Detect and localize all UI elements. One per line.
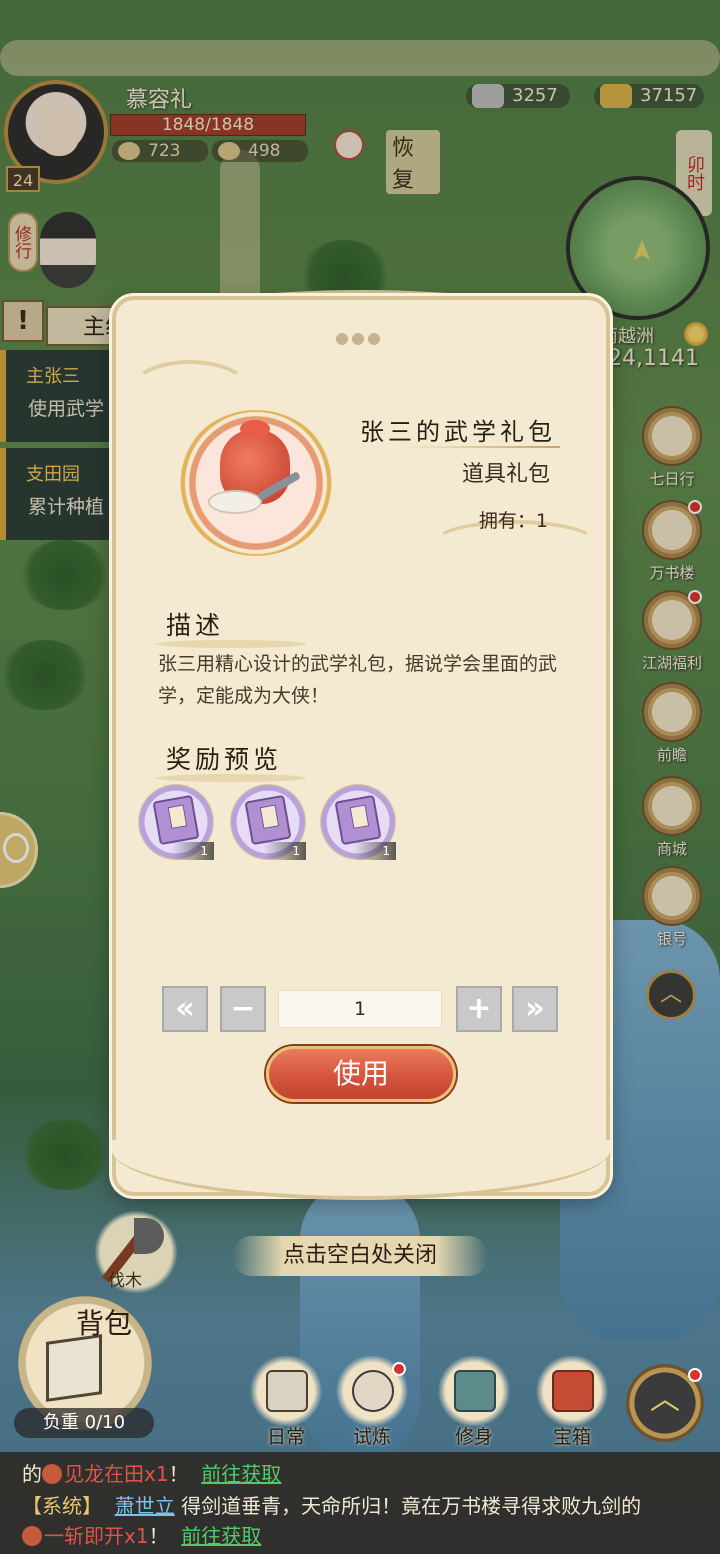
nav-cultivation[interactable]: 修身 — [432, 1356, 516, 1450]
load-label: 负重 — [42, 1412, 79, 1433]
chat-player-name[interactable]: 萧世立 — [115, 1494, 175, 1518]
martial-book-icon — [244, 794, 292, 846]
axe-icon — [134, 1218, 164, 1254]
use-button[interactable]: 使用 — [266, 1046, 456, 1102]
backpack-icon — [46, 1334, 102, 1402]
chat-channel: 【系统】 — [22, 1494, 102, 1518]
nav-trial[interactable]: 试炼 — [330, 1356, 414, 1450]
description-text: 张三用精心设计的武学礼包，据说学会里面的武学，定能成为大侠！ — [158, 653, 558, 707]
chat-text: ！ — [148, 1524, 169, 1548]
owned-label: 拥有： — [478, 510, 536, 532]
martial-book-icon — [152, 794, 200, 846]
notification-badge — [688, 1368, 702, 1382]
chest-icon — [534, 1356, 610, 1426]
owned-count: 1 — [535, 510, 548, 532]
reward-item[interactable]: 1 — [320, 784, 396, 860]
backpack-label: 背包 — [76, 1307, 133, 1340]
chat-text: 的 — [22, 1462, 42, 1486]
close-hint[interactable]: 点击空白处关闭 — [232, 1236, 488, 1276]
manual-icon — [436, 1356, 512, 1426]
title-divider — [400, 446, 560, 448]
reward-item[interactable]: 1 — [230, 784, 306, 860]
chat-panel[interactable]: 的见龙在田x1！ 前往获取 【系统】 萧世立 得剑道垂青，天命所归！竟在万书楼寻… — [0, 1452, 720, 1554]
nav-treasure[interactable]: 宝箱 — [530, 1356, 614, 1450]
nav-label: 日常 — [266, 1426, 305, 1448]
load-value: 0/10 — [84, 1412, 126, 1433]
item-name: 张三的武学礼包 — [360, 418, 556, 446]
decrease-quantity-button[interactable]: − — [220, 986, 266, 1032]
chop-wood-label: 伐木 — [108, 1271, 142, 1291]
chat-item[interactable]: 见龙在田x1 — [64, 1462, 169, 1486]
item-icon — [22, 1526, 42, 1546]
book-icon — [248, 1356, 324, 1426]
silver-plate-icon — [208, 490, 262, 514]
chat-line: 一斩即开x1！ 前往获取 — [22, 1520, 261, 1549]
chat-item[interactable]: 一斩即开x1 — [44, 1524, 149, 1548]
martial-book-icon — [334, 794, 382, 846]
nav-label: 修身 — [454, 1426, 493, 1448]
item-icon — [42, 1464, 62, 1484]
item-type: 道具礼包 — [461, 462, 550, 487]
expand-menu-button[interactable]: ︿ — [626, 1364, 704, 1442]
nav-label: 试炼 — [352, 1426, 391, 1448]
chat-text: ！ — [168, 1462, 189, 1486]
reward-title: 奖励预览 — [155, 740, 307, 782]
max-quantity-button[interactable]: » — [512, 986, 558, 1032]
chat-text: 得剑道垂青，天命所归！竟在万书楼寻得求败九剑的 — [181, 1494, 642, 1518]
load-indicator: 负重 0/10 — [14, 1408, 154, 1438]
item-owned: 拥有：1 — [380, 506, 548, 533]
nav-label: 宝箱 — [552, 1426, 591, 1448]
min-quantity-button[interactable]: « — [162, 986, 208, 1032]
chat-go-link[interactable]: 前往获取 — [201, 1462, 281, 1486]
cloud-ornament-icon — [130, 360, 250, 420]
increase-quantity-button[interactable]: + — [456, 986, 502, 1032]
notification-badge — [392, 1362, 406, 1376]
ornament-icon — [334, 330, 388, 348]
reward-count: 1 — [172, 842, 214, 860]
chat-go-link[interactable]: 前往获取 — [181, 1524, 261, 1548]
description-title: 描述 — [155, 606, 307, 648]
quantity-input[interactable] — [278, 990, 442, 1028]
reward-count: 1 — [354, 842, 396, 860]
reward-item[interactable]: 1 — [138, 784, 214, 860]
nav-daily[interactable]: 日常 — [244, 1356, 328, 1450]
chat-line: 的见龙在田x1！ 前往获取 — [22, 1458, 281, 1487]
chat-line: 【系统】 萧世立 得剑道垂青，天命所归！竟在万书楼寻得求败九剑的 — [22, 1490, 641, 1519]
reward-count: 1 — [264, 842, 306, 860]
